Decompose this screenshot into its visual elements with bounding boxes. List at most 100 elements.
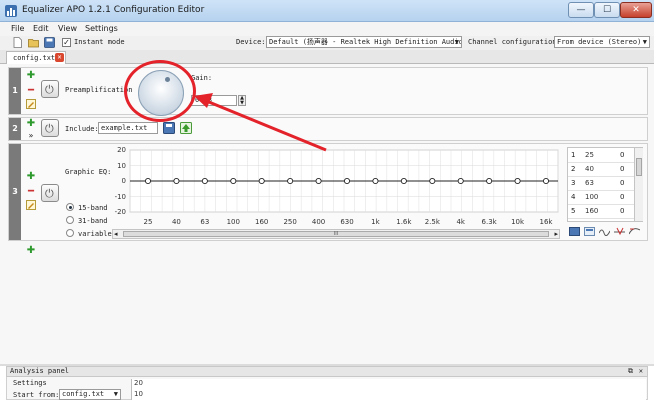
- tab-config-txt[interactable]: config.txt ✕: [6, 51, 66, 64]
- radio-31-band[interactable]: [66, 216, 74, 224]
- close-button[interactable]: ✕: [620, 2, 652, 18]
- remove-filter-icon[interactable]: ━: [26, 86, 36, 96]
- band-frequency: 25: [585, 151, 594, 159]
- band-index: 3: [571, 179, 576, 187]
- collapse-chevrons-icon[interactable]: »: [26, 131, 36, 141]
- eq-band-handle: [230, 177, 237, 185]
- band-gain: 0: [620, 165, 625, 173]
- power-toggle-icon[interactable]: [41, 119, 59, 137]
- add-filter-icon[interactable]: ✚: [26, 246, 36, 256]
- save-icon[interactable]: [44, 37, 55, 48]
- band-gain: 0: [620, 207, 625, 215]
- eq-x-tick: 160: [255, 218, 269, 226]
- eq-band-handle: [144, 177, 152, 185]
- device-value: Default (扬声器 - Realtek High Definition A…: [269, 38, 462, 46]
- channel-config-select[interactable]: From device (Stereo) ▼: [554, 36, 650, 48]
- eq-x-tick: 400: [311, 218, 326, 226]
- band-gain: 0: [620, 179, 625, 187]
- scrollbar-thumb[interactable]: [636, 158, 642, 176]
- minimize-button[interactable]: —: [568, 2, 594, 18]
- new-file-icon[interactable]: [12, 37, 23, 48]
- eq-band-handle: [258, 177, 265, 185]
- eq-x-tick: 4k: [456, 218, 465, 226]
- eq-horizontal-scrollbar[interactable]: ◂ III ▸: [112, 229, 560, 239]
- eq-band-handle: [343, 177, 351, 185]
- edit-icon[interactable]: [26, 99, 36, 109]
- start-from-label: Start from:: [13, 391, 60, 399]
- power-toggle-icon[interactable]: [41, 80, 59, 98]
- invert-response-icon[interactable]: [599, 227, 610, 236]
- scrollbar-thumb[interactable]: III: [123, 231, 549, 237]
- chevron-down-icon: ▼: [642, 38, 647, 46]
- edit-icon[interactable]: [26, 200, 36, 210]
- include-file-input[interactable]: example.txt: [98, 122, 158, 134]
- chevron-down-icon: ▼: [113, 390, 118, 398]
- eq-band-handle: [201, 177, 208, 185]
- eq-x-tick: 1k: [371, 218, 380, 226]
- title-bar: Equalizer APO 1.2.1 Configuration Editor…: [0, 0, 654, 22]
- radio-15-band[interactable]: [66, 203, 74, 211]
- eq-band-handle: [173, 177, 180, 185]
- eq-x-tick: 100: [226, 218, 240, 226]
- close-tab-icon[interactable]: ✕: [55, 53, 64, 62]
- device-select[interactable]: Default (扬声器 - Realtek High Definition A…: [266, 36, 462, 48]
- band-table-row[interactable]: 1 25 0: [568, 149, 634, 163]
- band-table-row[interactable]: 2 40 0: [568, 163, 634, 177]
- band-table-row[interactable]: 3 63 0: [568, 177, 634, 191]
- add-filter-icon[interactable]: ✚: [26, 71, 36, 81]
- normalize-icon[interactable]: [629, 227, 640, 236]
- remove-filter-icon[interactable]: ━: [26, 187, 36, 197]
- scroll-left-icon[interactable]: ◂: [114, 230, 118, 238]
- eq-x-tick: 63: [200, 218, 210, 226]
- power-toggle-icon[interactable]: [41, 184, 59, 202]
- open-folder-icon[interactable]: [28, 37, 39, 48]
- menu-edit[interactable]: Edit: [30, 23, 52, 34]
- eq-x-tick: 250: [283, 218, 297, 226]
- radio-variable[interactable]: [66, 229, 74, 237]
- gain-spinner[interactable]: ▲ ▼: [238, 95, 246, 106]
- band-table: 1 25 0 2 40 0 3 63 0 4 100 0 5 160 0: [567, 147, 643, 222]
- eq-band-handle: [486, 177, 493, 185]
- band-table-scrollbar[interactable]: [634, 148, 643, 221]
- eq-x-tick: 630: [340, 218, 354, 226]
- app-icon: [5, 5, 17, 17]
- eq-y-tick: -20: [114, 208, 126, 216]
- gain-input[interactable]: 0 dB: [191, 95, 237, 106]
- band-table-row[interactable]: 5 160 0: [568, 205, 634, 219]
- eq-x-tick: 10k: [511, 218, 525, 226]
- eq-band-handle: [429, 177, 436, 185]
- eq-band-handle: [287, 177, 294, 185]
- start-from-select[interactable]: config.txt ▼: [59, 389, 121, 400]
- reset-response-icon[interactable]: [614, 227, 625, 236]
- eq-graph[interactable]: [128, 147, 566, 227]
- window-title: Equalizer APO 1.2.1 Configuration Editor: [22, 5, 205, 15]
- close-panel-icon[interactable]: ✕: [639, 367, 643, 376]
- preamp-label: Preamplification: [65, 86, 133, 94]
- band-index: 5: [571, 207, 576, 215]
- add-filter-icon[interactable]: ✚: [26, 172, 36, 182]
- analysis-y-tick: 10: [134, 390, 143, 398]
- menu-view[interactable]: View: [55, 23, 80, 34]
- scroll-right-icon[interactable]: ▸: [554, 230, 558, 238]
- eq-y-tick: 10: [117, 161, 126, 170]
- maximize-button[interactable]: ☐: [594, 2, 620, 18]
- load-preset-icon[interactable]: [584, 227, 595, 236]
- band-frequency: 100: [585, 193, 599, 201]
- band-index: 1: [571, 151, 576, 159]
- save-preset-icon[interactable]: [569, 227, 580, 236]
- band-index: 2: [571, 165, 576, 173]
- radio-15-band-label: 15-band: [78, 204, 108, 212]
- band-table-row[interactable]: 4 100 0: [568, 191, 634, 205]
- menu-settings[interactable]: Settings: [82, 23, 121, 34]
- analysis-graph: 20 10: [131, 379, 646, 400]
- open-include-icon[interactable]: [180, 122, 192, 134]
- browse-file-icon[interactable]: [163, 122, 175, 134]
- radio-variable-label: variable: [78, 230, 112, 238]
- menu-file[interactable]: File: [8, 23, 27, 34]
- eq-band-handle: [315, 177, 322, 185]
- menu-bar: File Edit View Settings: [0, 22, 654, 36]
- add-filter-icon[interactable]: ✚: [26, 119, 36, 129]
- instant-mode-checkbox[interactable]: ✓: [62, 38, 71, 47]
- float-panel-icon[interactable]: ⧉: [628, 367, 633, 376]
- eq-x-tick: 6.3k: [481, 218, 497, 226]
